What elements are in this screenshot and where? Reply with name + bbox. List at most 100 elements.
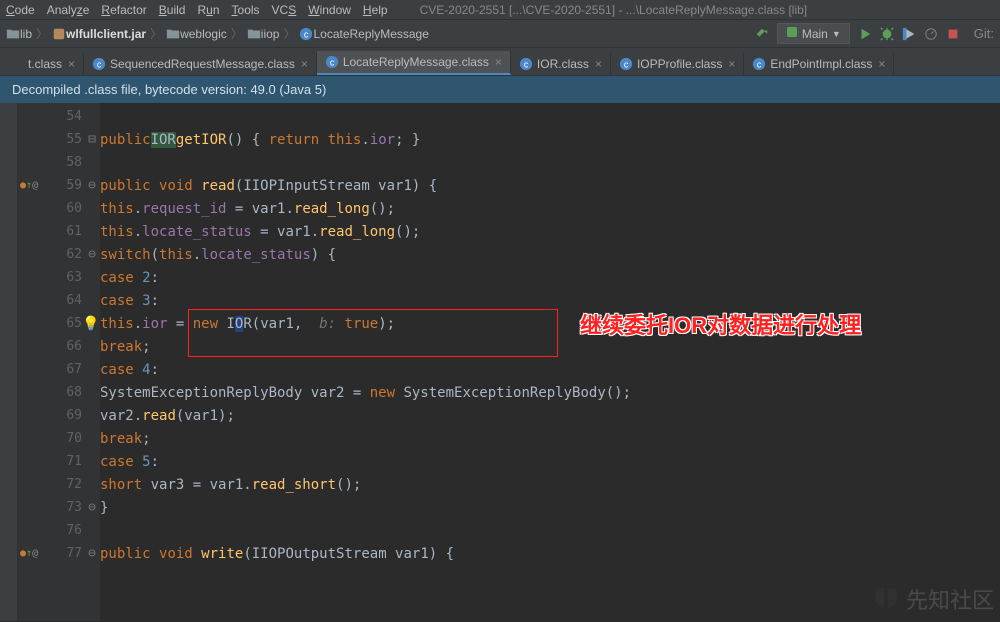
line-number: 67: [66, 362, 82, 377]
tab-sequenced[interactable]: c SequencedRequestMessage.class ×: [84, 53, 317, 75]
profile-button[interactable]: [924, 27, 938, 41]
line-number: 72: [66, 477, 82, 492]
svg-text:c: c: [624, 60, 629, 70]
close-icon[interactable]: ×: [301, 57, 308, 71]
fold-icon[interactable]: ⊖: [84, 500, 100, 515]
line-number: 77: [66, 546, 82, 561]
tab-label: LocateReplyMessage.class: [343, 55, 489, 69]
code-line: case 4:: [100, 358, 1000, 381]
line-number: 66: [66, 339, 82, 354]
svg-text:c: c: [757, 60, 762, 70]
run-button[interactable]: [858, 27, 872, 41]
run-config-icon: [786, 26, 798, 41]
close-icon[interactable]: ×: [495, 55, 502, 69]
line-number: 71: [66, 454, 82, 469]
tab-label: SequencedRequestMessage.class: [110, 57, 295, 71]
line-number: 58: [66, 155, 82, 170]
svg-text:c: c: [330, 58, 335, 68]
editor-tabs: t.class × c SequencedRequestMessage.clas…: [0, 48, 1000, 76]
menu-analyze[interactable]: Analyze: [47, 3, 90, 17]
menu-refactor[interactable]: Refactor: [101, 3, 146, 17]
line-number: 68: [66, 385, 82, 400]
annotation-text: 继续委托IOR对数据进行处理: [580, 308, 861, 340]
code-line: [100, 105, 1000, 128]
intention-bulb-icon[interactable]: 💡: [82, 316, 99, 332]
svg-text:c: c: [524, 60, 529, 70]
breadcrumb[interactable]: lib 〉 wlfullclient.jar 〉 weblogic 〉 iiop…: [6, 25, 429, 42]
tab-t-class[interactable]: t.class ×: [20, 53, 84, 75]
fold-icon[interactable]: ⊖: [84, 546, 100, 561]
menu-build[interactable]: Build: [159, 3, 186, 17]
line-number: 63: [66, 270, 82, 285]
stop-button[interactable]: [946, 27, 960, 41]
override-marker[interactable]: ●↑@: [20, 548, 50, 559]
git-label: Git:: [974, 26, 994, 41]
close-icon[interactable]: ×: [595, 57, 602, 71]
code-line: }: [100, 496, 1000, 519]
line-number: 70: [66, 431, 82, 446]
folder-icon: [247, 27, 261, 41]
folder-icon: [166, 27, 180, 41]
tab-endpoint[interactable]: c EndPointImpl.class ×: [744, 53, 894, 75]
decompile-banner: Decompiled .class file, bytecode version…: [0, 76, 1000, 103]
editor: 54 55⊟ 58 ●↑@59⊖ 60 61 62⊖ 63 64 65 66 6…: [0, 103, 1000, 621]
menubar: Code Analyze Refactor Build Run Tools VC…: [0, 0, 1000, 20]
code-line: this.request_id = var1.read_long();: [100, 197, 1000, 220]
tab-label: EndPointImpl.class: [770, 57, 872, 71]
left-tool-stripe[interactable]: [0, 103, 18, 621]
code-line: SystemExceptionReplyBody var2 = new Syst…: [100, 381, 1000, 404]
close-icon[interactable]: ×: [68, 57, 75, 71]
code-line: [100, 151, 1000, 174]
watermark-text: 先知社区: [906, 583, 994, 615]
chevron-right-icon: 〉: [36, 25, 48, 42]
menu-tools[interactable]: Tools: [232, 3, 260, 17]
code-line: short var3 = var1.read_short();: [100, 473, 1000, 496]
tab-ior[interactable]: c IOR.class ×: [511, 53, 611, 75]
fold-icon[interactable]: ⊟: [84, 132, 100, 147]
crumb-lib[interactable]: lib: [20, 27, 32, 41]
code-line: switch(this.locate_status) {: [100, 243, 1000, 266]
menu-code[interactable]: Code: [6, 3, 35, 17]
fold-icon[interactable]: ⊖: [84, 247, 100, 262]
tab-locate-reply[interactable]: c LocateReplyMessage.class ×: [317, 51, 511, 75]
crumb-iiop[interactable]: iiop: [261, 27, 280, 41]
highlight-box: [188, 309, 558, 357]
tab-label: IOPProfile.class: [637, 57, 722, 71]
code-line: case 5:: [100, 450, 1000, 473]
close-icon[interactable]: ×: [728, 57, 735, 71]
code-line: public void read(IIOPInputStream var1) {: [100, 174, 1000, 197]
window-title: CVE-2020-2551 [...\CVE-2020-2551] - ...\…: [420, 3, 808, 17]
debug-button[interactable]: [880, 27, 894, 41]
code-line: [100, 519, 1000, 542]
close-icon[interactable]: ×: [878, 57, 885, 71]
crumb-class[interactable]: LocateReplyMessage: [313, 27, 428, 41]
fold-icon[interactable]: ⊖: [84, 178, 100, 193]
line-number: 62: [66, 247, 82, 262]
menu-help[interactable]: Help: [363, 3, 388, 17]
chevron-right-icon: 〉: [150, 25, 162, 42]
tab-iop-profile[interactable]: c IOPProfile.class ×: [611, 53, 744, 75]
crumb-weblogic[interactable]: weblogic: [180, 27, 227, 41]
menu-window[interactable]: Window: [308, 3, 351, 17]
code-line: break;: [100, 427, 1000, 450]
jar-icon: [52, 27, 66, 41]
menu-run[interactable]: Run: [197, 3, 219, 17]
run-coverage-button[interactable]: [902, 27, 916, 41]
line-number: 76: [66, 523, 82, 538]
chevron-right-icon: 〉: [231, 25, 243, 42]
menu-vcs[interactable]: VCS: [272, 3, 297, 17]
code-area[interactable]: public IOR getIOR() { return this.ior; }…: [100, 103, 1000, 621]
class-icon: c: [325, 55, 339, 69]
line-number: 64: [66, 293, 82, 308]
gutter[interactable]: 54 55⊟ 58 ●↑@59⊖ 60 61 62⊖ 63 64 65 66 6…: [18, 103, 100, 621]
override-marker[interactable]: ●↑@: [20, 180, 50, 191]
watermark: 先知社区: [872, 583, 994, 615]
crumb-jar[interactable]: wlfullclient.jar: [66, 27, 146, 41]
run-config-selector[interactable]: Main ▼: [777, 23, 850, 44]
class-icon: c: [752, 57, 766, 71]
svg-text:c: c: [304, 29, 309, 39]
class-icon: c: [92, 57, 106, 71]
hammer-icon[interactable]: [755, 27, 769, 41]
run-config-label: Main: [802, 27, 828, 41]
chevron-right-icon: 〉: [283, 25, 295, 42]
